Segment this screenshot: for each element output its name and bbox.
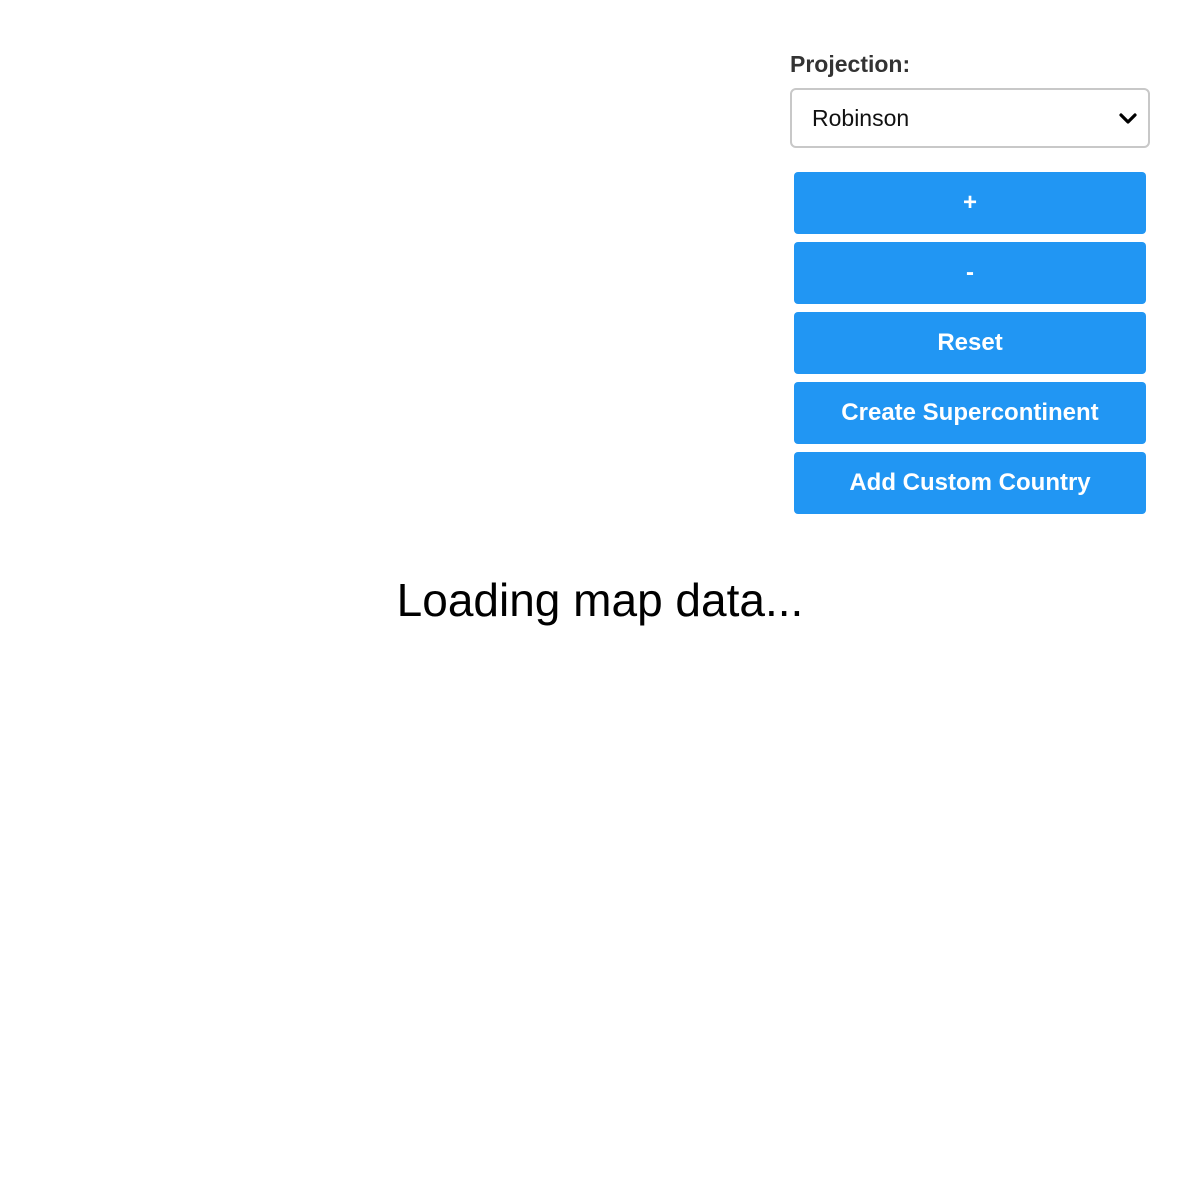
loading-message: Loading map data...	[396, 574, 804, 626]
chevron-down-icon	[1119, 113, 1137, 124]
zoom-out-button[interactable]: -	[794, 242, 1146, 304]
map-page: Projection: Robinson + - Reset Create Su…	[0, 0, 1200, 1200]
zoom-in-button[interactable]: +	[794, 172, 1146, 234]
projection-select[interactable]: Robinson	[790, 88, 1150, 148]
map-controls-panel: Projection: Robinson + - Reset Create Su…	[790, 50, 1150, 522]
add-custom-country-button[interactable]: Add Custom Country	[794, 452, 1146, 514]
reset-button[interactable]: Reset	[794, 312, 1146, 374]
projection-selected-value: Robinson	[812, 105, 910, 131]
projection-label: Projection:	[790, 51, 911, 77]
create-supercontinent-button[interactable]: Create Supercontinent	[794, 382, 1146, 444]
